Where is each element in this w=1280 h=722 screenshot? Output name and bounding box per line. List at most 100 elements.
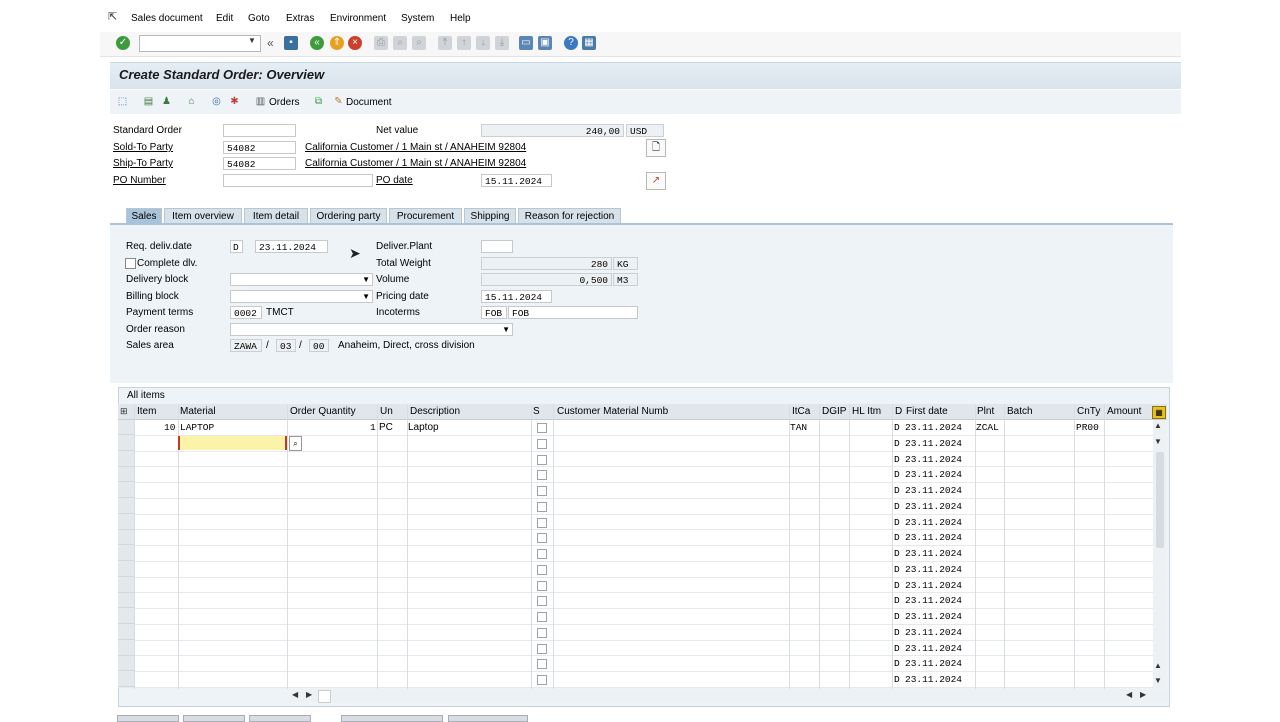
row-s-checkbox[interactable] xyxy=(537,517,547,528)
row-selector[interactable] xyxy=(118,435,134,451)
row-selector[interactable] xyxy=(118,624,134,640)
row-first-date[interactable]: 23.11.2024 xyxy=(905,580,962,591)
scroll-left-end-icon[interactable]: ◀ xyxy=(1126,690,1132,699)
bottom-button-group-4[interactable] xyxy=(341,715,443,722)
row-first-date[interactable]: 23.11.2024 xyxy=(905,674,962,685)
col-itca[interactable]: ItCa xyxy=(792,406,810,417)
date-format-field[interactable]: D xyxy=(230,240,243,253)
row-selector[interactable] xyxy=(118,514,134,530)
row-first-date[interactable]: 23.11.2024 xyxy=(905,595,962,606)
payment-terms-field[interactable]: 0002 xyxy=(230,306,262,319)
table-row[interactable] xyxy=(118,672,1155,688)
orders-icon[interactable]: ▥ xyxy=(254,96,267,108)
row-d[interactable]: D xyxy=(894,595,900,606)
help-icon[interactable]: ? xyxy=(564,36,578,50)
bottom-button-group-1[interactable] xyxy=(117,715,179,722)
row-s-checkbox[interactable] xyxy=(537,470,547,481)
search-help-icon[interactable]: ⌕ xyxy=(289,436,302,451)
table-row[interactable] xyxy=(118,546,1155,562)
menu-goto[interactable]: Goto xyxy=(248,13,270,24)
ship-to-description[interactable]: California Customer / 1 Main st / ANAHEI… xyxy=(305,158,526,169)
col-d[interactable]: D xyxy=(895,406,902,417)
row-selector[interactable] xyxy=(118,483,134,498)
collapse-chevron-icon[interactable]: « xyxy=(267,36,274,50)
billing-block-dropdown[interactable]: ▼ xyxy=(230,290,373,303)
scroll-right-end-icon[interactable]: ▶ xyxy=(1140,690,1146,699)
incoterms-code-field[interactable]: FOB xyxy=(481,306,507,319)
row-d[interactable]: D xyxy=(894,438,900,449)
row-selector[interactable] xyxy=(118,593,134,609)
row-s-checkbox[interactable] xyxy=(537,454,547,465)
row-first-date[interactable]: 23.11.2024 xyxy=(905,454,962,465)
back-icon[interactable]: « xyxy=(310,36,324,50)
row-s-checkbox[interactable] xyxy=(537,533,547,544)
po-number-label[interactable]: PO Number xyxy=(113,175,166,186)
table-row[interactable] xyxy=(118,514,1155,531)
row-selector[interactable] xyxy=(118,640,134,656)
row-d[interactable]: D xyxy=(894,469,900,480)
row-selector[interactable] xyxy=(118,546,134,561)
scroll-right-icon[interactable]: ▶ xyxy=(306,690,312,699)
scroll-page-up-icon[interactable]: ▲ xyxy=(1154,661,1162,670)
row-selector[interactable] xyxy=(118,672,134,687)
save-icon[interactable]: ▪ xyxy=(284,36,298,50)
table-row[interactable] xyxy=(118,530,1155,546)
menu-extras[interactable]: Extras xyxy=(286,13,314,24)
col-hl-itm[interactable]: HL Itm xyxy=(852,406,881,417)
row-first-date[interactable]: 23.11.2024 xyxy=(905,469,962,480)
row-d[interactable]: D xyxy=(894,532,900,543)
table-row[interactable] xyxy=(118,640,1155,657)
sold-to-description[interactable]: California Customer / 1 Main st / ANAHEI… xyxy=(305,142,526,153)
table-row[interactable] xyxy=(118,561,1155,578)
row-d[interactable]: D xyxy=(894,611,900,622)
row-first-date[interactable]: 23.11.2024 xyxy=(905,611,962,622)
tab-item-detail[interactable]: Item detail xyxy=(244,208,308,223)
col-first-date[interactable]: First date xyxy=(906,406,948,417)
table-settings-icon[interactable]: ▦ xyxy=(1152,406,1166,419)
col-description[interactable]: Description xyxy=(410,406,460,417)
bottom-button-group-3[interactable] xyxy=(249,715,311,722)
sold-to-field[interactable]: 54082 xyxy=(223,141,296,154)
col-plant[interactable]: Plnt xyxy=(977,406,994,417)
table-row[interactable] xyxy=(118,624,1155,641)
col-amount[interactable]: Amount xyxy=(1107,406,1141,417)
display-doc-header-icon[interactable]: ⬚ xyxy=(116,96,129,108)
delivery-block-dropdown[interactable]: ▼ xyxy=(230,273,373,286)
po-date-label[interactable]: PO date xyxy=(376,175,413,186)
command-field[interactable] xyxy=(139,35,261,52)
pricing-date-field[interactable]: 15.11.2024 xyxy=(481,290,552,303)
row1-unit[interactable]: PC xyxy=(379,422,393,433)
table-row[interactable] xyxy=(118,467,1155,483)
document-button[interactable]: Document xyxy=(346,97,392,108)
deliver-plant-field[interactable] xyxy=(481,240,513,253)
pricing-icon[interactable]: ✱ xyxy=(228,96,241,108)
tab-shipping[interactable]: Shipping xyxy=(464,208,516,223)
chart-display-icon[interactable]: ↗ xyxy=(646,172,666,190)
row-d[interactable]: D xyxy=(894,643,900,654)
row-s-checkbox[interactable] xyxy=(537,438,547,449)
row1-first-date[interactable]: 23.11.2024 xyxy=(905,422,962,433)
table-row[interactable] xyxy=(118,609,1155,625)
row-first-date[interactable]: 23.11.2024 xyxy=(905,501,962,512)
row1-description[interactable]: Laptop xyxy=(408,422,439,433)
complete-delivery-checkbox[interactable] xyxy=(125,258,136,269)
po-number-field[interactable] xyxy=(223,174,373,187)
col-order-quantity[interactable]: Order Quantity xyxy=(290,406,356,417)
row-selector[interactable] xyxy=(118,656,134,672)
table-row[interactable] xyxy=(118,498,1155,515)
material-input-active[interactable] xyxy=(178,436,287,450)
row-s-checkbox[interactable] xyxy=(537,580,547,591)
po-date-field[interactable]: 15.11.2024 xyxy=(481,174,552,187)
standard-order-field[interactable] xyxy=(223,124,296,137)
row-s-checkbox[interactable] xyxy=(537,612,547,622)
row1-itca[interactable]: TAN xyxy=(790,422,807,433)
table-row[interactable] xyxy=(118,451,1155,468)
req-deliv-date-field[interactable]: 23.11.2024 xyxy=(255,240,328,253)
row-first-date[interactable]: 23.11.2024 xyxy=(905,438,962,449)
row-first-date[interactable]: 23.11.2024 xyxy=(905,643,962,654)
horizontal-scroll-thumb[interactable] xyxy=(318,690,331,703)
horizontal-scrollbar[interactable] xyxy=(290,689,1168,702)
table-row[interactable] xyxy=(118,593,1155,609)
availability-icon[interactable]: ◎ xyxy=(210,96,223,108)
shortcut-icon[interactable]: ▣ xyxy=(538,36,552,50)
